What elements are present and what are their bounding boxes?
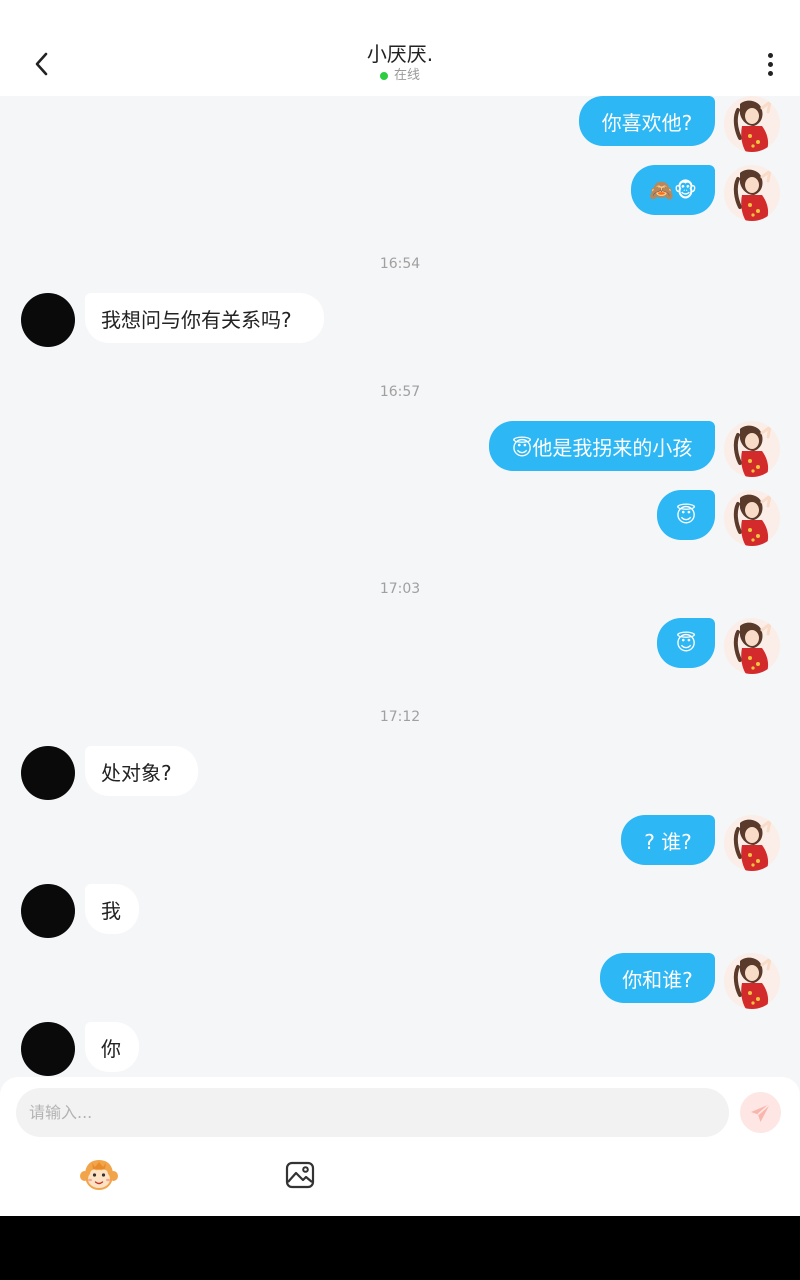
- input-panel: [0, 1077, 800, 1216]
- contact-avatar[interactable]: [21, 884, 75, 938]
- sent-message-bubble[interactable]: 😇: [657, 618, 715, 668]
- contact-avatar[interactable]: [21, 1022, 75, 1076]
- contact-avatar[interactable]: [21, 293, 75, 347]
- timestamp: 17:03: [379, 581, 421, 597]
- more-dot-icon: [767, 61, 773, 67]
- image-button[interactable]: [284, 1159, 316, 1191]
- sent-message-bubble[interactable]: 😇: [657, 490, 715, 540]
- more-options-button[interactable]: [752, 44, 788, 84]
- chat-header: 小厌厌. 在线: [0, 0, 800, 96]
- contact-name: 小厌厌.: [366, 42, 434, 66]
- send-button[interactable]: [740, 1092, 781, 1133]
- timestamp: 16:54: [379, 256, 421, 272]
- contact-avatar[interactable]: [21, 746, 75, 800]
- paper-plane-icon: [750, 1102, 771, 1122]
- timestamp: 17:12: [379, 709, 421, 725]
- more-dot-icon: [767, 52, 773, 58]
- system-navigation-bar: [0, 1216, 800, 1280]
- received-message-bubble[interactable]: 我: [85, 884, 139, 934]
- chat-screen: 小厌厌. 在线 你喜欢他? 🙈🐵 16:54 我想问与你有关系吗? 16:57 😇他是我拐…: [0, 0, 800, 1216]
- online-dot-icon: [379, 72, 388, 80]
- received-message-bubble[interactable]: 我想问与你有关系吗?: [85, 293, 324, 343]
- emoji-button[interactable]: [78, 1157, 120, 1193]
- sent-message-bubble[interactable]: 🙈🐵: [631, 165, 715, 215]
- my-avatar[interactable]: [724, 96, 780, 152]
- online-status-label: 在线: [393, 68, 420, 83]
- sent-message-bubble[interactable]: ? 谁?: [621, 815, 715, 865]
- my-avatar[interactable]: [724, 421, 780, 477]
- my-avatar[interactable]: [724, 953, 780, 1009]
- my-avatar[interactable]: [724, 618, 780, 674]
- more-dot-icon: [767, 70, 773, 76]
- sent-message-bubble[interactable]: 你和谁?: [600, 953, 715, 1003]
- received-message-bubble[interactable]: 你: [85, 1022, 139, 1072]
- my-avatar[interactable]: [724, 815, 780, 871]
- sent-message-bubble[interactable]: 你喜欢他?: [579, 96, 715, 146]
- my-avatar[interactable]: [724, 165, 780, 221]
- received-message-bubble[interactable]: 处对象?: [85, 746, 198, 796]
- image-icon: [285, 1161, 315, 1189]
- sent-message-bubble[interactable]: 😇他是我拐来的小孩: [489, 421, 715, 471]
- message-input[interactable]: [16, 1088, 729, 1137]
- my-avatar[interactable]: [724, 490, 780, 546]
- timestamp: 16:57: [379, 384, 421, 400]
- online-status: 在线: [0, 68, 800, 84]
- monkey-face-icon: [80, 1160, 118, 1190]
